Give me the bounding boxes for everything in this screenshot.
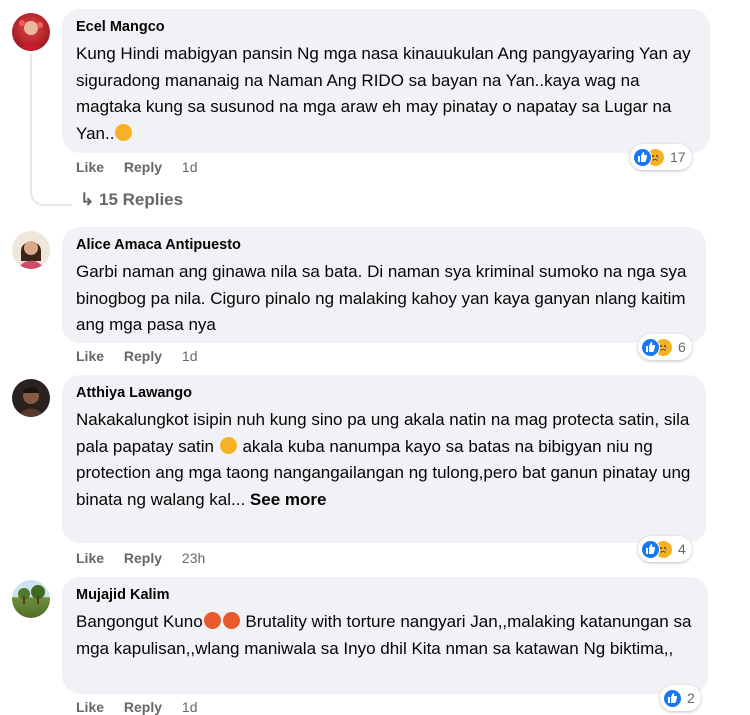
reactions-summary[interactable]: 17 (630, 144, 692, 170)
angry-face-emoji (203, 612, 221, 629)
angry-face-emoji (222, 612, 240, 629)
sad-face-emoji (115, 123, 133, 141)
like-reaction-icon (663, 688, 682, 708)
reaction-count: 2 (687, 690, 695, 706)
comment-author[interactable]: Alice Amaca Antipuesto (76, 237, 692, 253)
like-button[interactable]: Like (76, 159, 104, 175)
reply-arrow-icon: ↳ (80, 190, 95, 209)
comment-actions: Like Reply 1d (76, 699, 198, 715)
avatar-image (19, 387, 43, 417)
avatar[interactable] (12, 379, 50, 417)
like-button[interactable]: Like (76, 348, 104, 364)
comment-text-body: Kung Hindi mabigyan pansin Ng mga nasa k… (76, 44, 691, 143)
comment-actions: Like Reply 1d (76, 348, 198, 364)
comment-text-body: Bangongut Kuno (76, 612, 203, 631)
reply-button[interactable]: Reply (124, 699, 162, 715)
comment-bubble: Alice Amaca Antipuesto Garbi naman ang g… (62, 227, 706, 343)
comment-author[interactable]: Ecel Mangco (76, 19, 696, 35)
comment-actions: Like Reply 23h (76, 550, 205, 566)
like-reaction-icon (641, 539, 660, 559)
like-reaction-icon (633, 147, 652, 167)
comment-text: Kung Hindi mabigyan pansin Ng mga nasa k… (76, 41, 696, 147)
avatar-image (19, 241, 43, 269)
avatar-image (18, 585, 45, 604)
like-reaction-icon (641, 337, 660, 357)
comment-actions: Like Reply 1d (76, 159, 198, 175)
see-more-link[interactable]: See more (250, 490, 327, 509)
reply-button[interactable]: Reply (124, 550, 162, 566)
comment-author[interactable]: Atthiya Lawango (76, 385, 692, 401)
comment-text: Garbi naman ang ginawa nila sa bata. Di … (76, 262, 687, 334)
avatar[interactable] (12, 580, 50, 618)
reaction-count: 6 (678, 339, 686, 355)
reactions-summary[interactable]: 4 (638, 536, 692, 562)
like-button[interactable]: Like (76, 699, 104, 715)
avatar[interactable] (12, 231, 50, 269)
like-button[interactable]: Like (76, 550, 104, 566)
view-replies-link[interactable]: ↳ 15 Replies (80, 190, 183, 210)
sleepy-face-emoji (219, 436, 237, 454)
comment-timestamp[interactable]: 23h (182, 550, 205, 566)
reactions-summary[interactable]: 6 (638, 334, 692, 360)
comment-bubble: Atthiya Lawango Nakakalungkot isipin nuh… (62, 375, 706, 543)
comment-timestamp[interactable]: 1d (182, 348, 198, 364)
avatar[interactable] (12, 13, 50, 51)
comment-text: Bangongut Kuno Brutality with torture na… (76, 609, 694, 662)
comment-author[interactable]: Mujajid Kalim (76, 587, 694, 603)
comment-text: Nakakalungkot isipin nuh kung sino pa un… (76, 407, 692, 513)
reaction-count: 17 (670, 149, 686, 165)
comment-bubble: Mujajid Kalim Bangongut Kuno Brutality w… (62, 577, 708, 694)
reactions-summary[interactable]: 2 (660, 685, 701, 711)
comment-timestamp[interactable]: 1d (182, 699, 198, 715)
reply-button[interactable]: Reply (124, 159, 162, 175)
reply-button[interactable]: Reply (124, 348, 162, 364)
comment-bubble: Ecel Mangco Kung Hindi mabigyan pansin N… (62, 9, 710, 153)
comment-timestamp[interactable]: 1d (182, 159, 198, 175)
reaction-count: 4 (678, 541, 686, 557)
avatar-image (19, 20, 43, 51)
replies-label: 15 Replies (98, 190, 184, 209)
